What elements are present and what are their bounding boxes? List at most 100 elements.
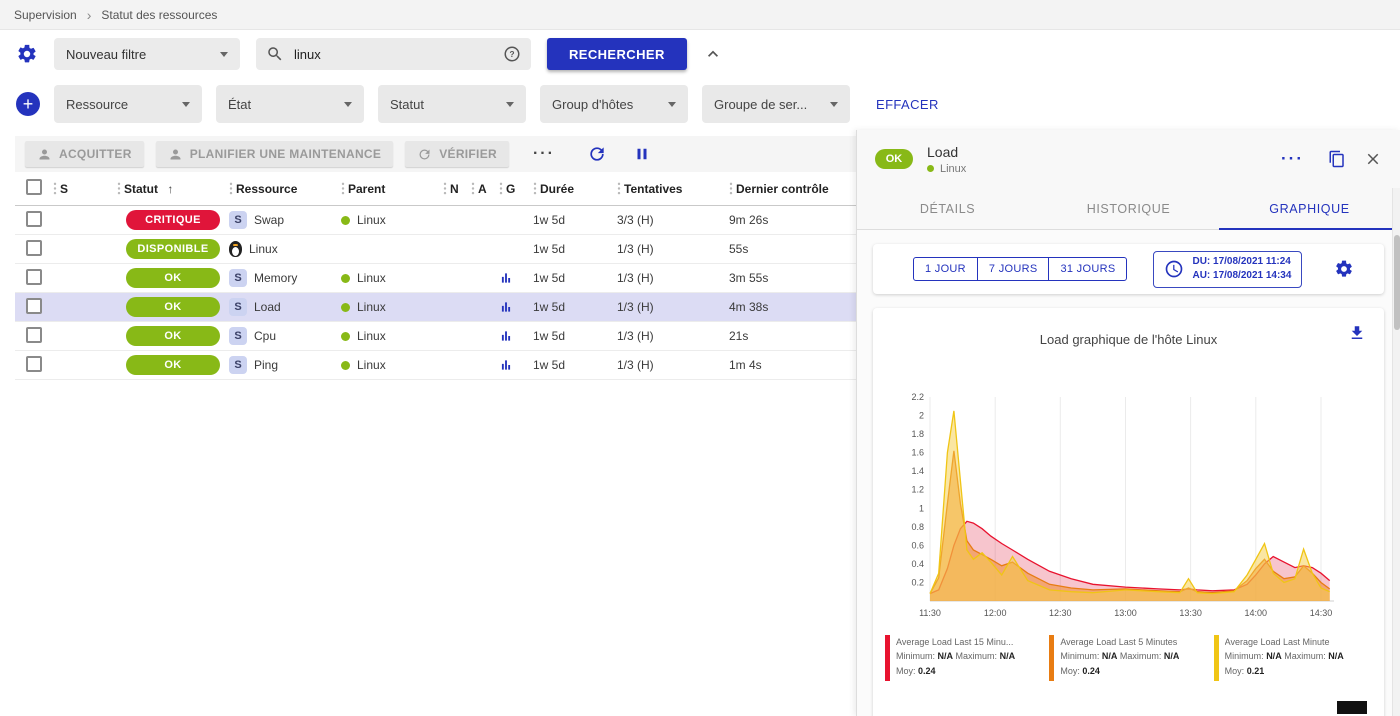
tab-history[interactable]: HISTORIQUE	[1038, 188, 1219, 229]
row-checkbox[interactable]	[26, 269, 42, 285]
column-header-duration[interactable]: Durée	[533, 182, 617, 196]
criteria-servicegroup-select[interactable]: Groupe de ser...	[702, 85, 850, 123]
help-icon[interactable]: ?	[503, 45, 521, 63]
refresh-button[interactable]	[587, 144, 607, 164]
tab-details[interactable]: DÉTAILS	[857, 188, 1038, 229]
chevron-down-icon	[344, 102, 352, 107]
row-checkbox[interactable]	[26, 240, 42, 256]
column-header-resource[interactable]: Ressource	[229, 182, 341, 196]
row-checkbox[interactable]	[26, 356, 42, 372]
status-badge: OK	[126, 355, 220, 375]
filter-settings-button[interactable]	[16, 43, 38, 65]
last-check-cell: 9m 26s	[729, 213, 856, 227]
search-input[interactable]	[292, 46, 495, 63]
column-header-a[interactable]: A	[471, 182, 499, 196]
refresh-icon	[587, 144, 607, 164]
table-row[interactable]: CRITIQUE SSwap Linux 1w 5d 3/3 (H) 9m 26…	[15, 206, 856, 235]
panel-scrollbar[interactable]	[1392, 188, 1400, 716]
search-box[interactable]: ?	[256, 38, 531, 70]
svg-text:1.6: 1.6	[911, 448, 924, 458]
svg-text:14:00: 14:00	[1244, 608, 1267, 618]
resource-name[interactable]: Swap	[254, 213, 284, 227]
range-1-day-button[interactable]: 1 JOUR	[913, 257, 978, 281]
graph-settings-button[interactable]	[1334, 259, 1354, 279]
table-row-selected[interactable]: OK SLoad Linux 1w 5d 1/3 (H) 4m 38s	[15, 293, 856, 322]
detail-status-badge: OK	[875, 149, 913, 169]
table-row[interactable]: DISPONIBLE Linux 1w 5d 1/3 (H) 55s	[15, 235, 856, 264]
copy-icon	[1328, 150, 1346, 168]
close-panel-button[interactable]	[1364, 150, 1382, 168]
more-actions-button[interactable]: ···	[527, 144, 561, 164]
acknowledge-button[interactable]: ACQUITTER	[25, 141, 144, 167]
criteria-state-select[interactable]: État	[216, 85, 364, 123]
legend-item[interactable]: Average Load Last 15 Minu... Minimum: N/…	[885, 635, 1043, 681]
scrollbar-thumb[interactable]	[1394, 235, 1400, 330]
row-checkbox[interactable]	[26, 211, 42, 227]
row-checkbox[interactable]	[26, 327, 42, 343]
saved-filter-value: Nouveau filtre	[66, 47, 146, 62]
clear-filters-button[interactable]: EFFACER	[870, 96, 945, 113]
copy-link-button[interactable]	[1328, 150, 1346, 168]
detail-title: Load	[927, 144, 966, 160]
check-button[interactable]: VÉRIFIER	[405, 141, 509, 167]
resource-name[interactable]: Cpu	[254, 329, 276, 343]
graph-icon[interactable]	[499, 329, 513, 343]
last-check-cell: 3m 55s	[729, 271, 856, 285]
add-criteria-button[interactable]: +	[16, 92, 40, 116]
kebab-icon	[533, 182, 537, 195]
sort-asc-icon: ↑	[167, 182, 173, 196]
pause-autorefresh-button[interactable]	[633, 145, 651, 163]
column-header-last-check[interactable]: Dernier contrôle	[729, 182, 856, 196]
tries-cell: 1/3 (H)	[617, 300, 729, 314]
column-header-severity[interactable]: S	[53, 182, 117, 196]
table-row[interactable]: OK SPing Linux 1w 5d 1/3 (H) 1m 4s	[15, 351, 856, 380]
table-row[interactable]: OK SMemory Linux 1w 5d 1/3 (H) 3m 55s	[15, 264, 856, 293]
legend-item[interactable]: Average Load Last Minute Minimum: N/A Ma…	[1214, 635, 1372, 681]
criteria-hostgroup-select[interactable]: Group d'hôtes	[540, 85, 688, 123]
column-header-n[interactable]: N	[443, 182, 471, 196]
range-7-days-button[interactable]: 7 JOURS	[977, 257, 1050, 281]
duration-cell: 1w 5d	[533, 329, 617, 343]
service-type-icon: S	[229, 356, 247, 374]
resource-name[interactable]: Load	[254, 300, 281, 314]
legend-name: Average Load Last 15 Minu...	[896, 635, 1015, 649]
duration-cell: 1w 5d	[533, 300, 617, 314]
select-all-checkbox[interactable]	[26, 179, 42, 195]
kebab-icon	[617, 182, 621, 195]
load-area-chart[interactable]: 11:3012:0012:3013:0013:3014:0014:300.20.…	[894, 383, 1364, 633]
duration-cell: 1w 5d	[533, 358, 617, 372]
column-header-status[interactable]: Statut ↑	[117, 182, 229, 196]
graph-icon[interactable]	[499, 358, 513, 372]
row-checkbox[interactable]	[26, 298, 42, 314]
column-header-parent[interactable]: Parent	[341, 182, 443, 196]
svg-text:0.2: 0.2	[911, 578, 924, 588]
service-type-icon: S	[229, 211, 247, 229]
breadcrumb-item-supervision[interactable]: Supervision	[14, 8, 77, 22]
svg-text:13:30: 13:30	[1179, 608, 1202, 618]
resource-name[interactable]: Ping	[254, 358, 278, 372]
svg-text:1: 1	[918, 503, 923, 513]
range-31-days-button[interactable]: 31 JOURS	[1048, 257, 1127, 281]
search-button[interactable]: RECHERCHER	[547, 38, 687, 70]
tab-graph[interactable]: GRAPHIQUE	[1219, 188, 1400, 229]
table-row[interactable]: OK SCpu Linux 1w 5d 1/3 (H) 21s	[15, 322, 856, 351]
resource-name[interactable]: Memory	[254, 271, 297, 285]
period-to: AU: 17/08/2021 14:34	[1192, 269, 1291, 284]
criteria-status-select[interactable]: Statut	[378, 85, 526, 123]
column-header-g[interactable]: G	[499, 182, 533, 196]
status-badge: OK	[126, 297, 220, 317]
saved-filter-select[interactable]: Nouveau filtre	[54, 38, 240, 70]
actions-toolbar: ACQUITTER PLANIFIER UNE MAINTENANCE VÉRI…	[15, 136, 856, 172]
graph-icon[interactable]	[499, 271, 513, 285]
custom-period-picker[interactable]: DU: 17/08/2021 11:24 AU: 17/08/2021 14:3…	[1153, 251, 1302, 288]
export-graph-button[interactable]	[1348, 324, 1366, 342]
column-header-tries[interactable]: Tentatives	[617, 182, 729, 196]
collapse-filters-button[interactable]	[703, 44, 723, 64]
set-maintenance-button[interactable]: PLANIFIER UNE MAINTENANCE	[156, 141, 394, 167]
detail-more-button[interactable]: ···	[1275, 148, 1310, 170]
legend-item[interactable]: Average Load Last 5 Minutes Minimum: N/A…	[1049, 635, 1207, 681]
graph-icon[interactable]	[499, 300, 513, 314]
criteria-resource-select[interactable]: Ressource	[54, 85, 202, 123]
detail-tabs: DÉTAILS HISTORIQUE GRAPHIQUE	[857, 188, 1400, 230]
resource-name[interactable]: Linux	[249, 242, 278, 256]
